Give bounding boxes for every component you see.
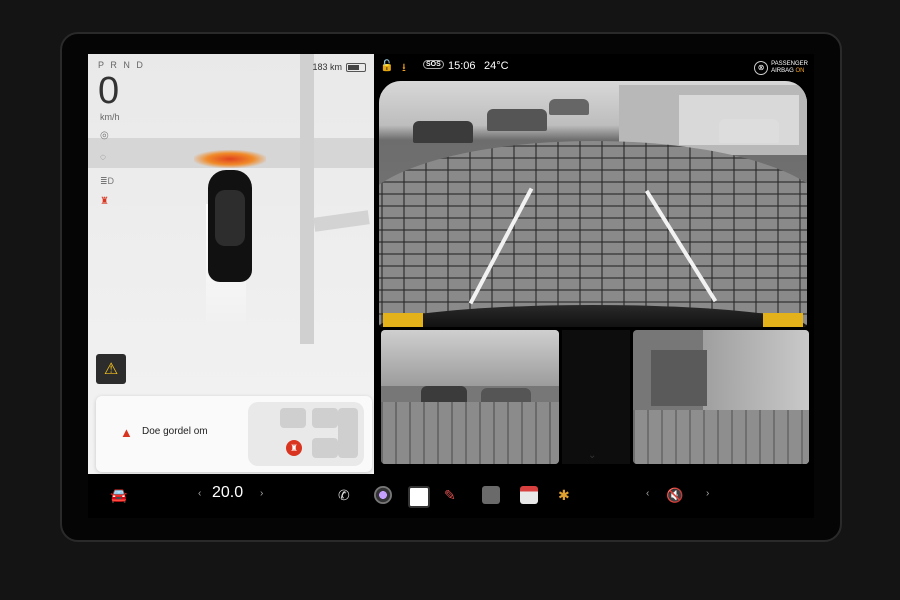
road-vertical <box>300 54 314 344</box>
seat-occupancy-map: ♜ <box>248 402 364 466</box>
seat-front-left <box>280 408 306 428</box>
app-launcher-icon[interactable] <box>408 486 430 508</box>
driving-visualization-panel: P R N D 0 km/h 183 km ◎ ◌ ≣D ♜ ⚠ ▲ Doe g… <box>88 54 374 474</box>
passenger-seatbelt-icon: ♜ <box>286 440 302 456</box>
airbag-label: PASSENGER <box>771 61 808 67</box>
hazard-warning-button[interactable]: ⚠ <box>96 354 126 384</box>
battery-icon <box>346 62 366 72</box>
left-repeater-camera-view[interactable] <box>381 330 559 464</box>
speed-readout: 0 <box>98 70 120 112</box>
speed-unit: km/h <box>100 112 120 122</box>
battery-range[interactable]: 183 km <box>312 62 366 72</box>
range-value: 183 km <box>312 62 342 72</box>
seatbelt-alert-card[interactable]: ▲ Doe gordel om ♜ <box>96 396 372 472</box>
paved-parking-lot <box>379 141 807 327</box>
games-icon[interactable]: ✱ <box>558 487 570 504</box>
unlock-icon[interactable]: 🔓 <box>380 59 394 72</box>
bottom-bar: 🚘 ‹ 20.0 › ✆ ✎ ✱ ‹ 🔇 › <box>88 474 814 518</box>
seat-rear <box>312 408 338 428</box>
seat-rear-right <box>312 438 338 458</box>
pavement <box>381 402 559 464</box>
outside-temperature: 24°C <box>484 60 509 72</box>
pavement <box>633 410 809 464</box>
calendar-icon[interactable] <box>520 486 538 504</box>
dashcam-icon[interactable]: ✎ <box>444 487 456 504</box>
passenger-airbag-status: ⊗ PASSENGER AIRBAG ON <box>754 60 808 76</box>
volume-up-arrow[interactable]: › <box>706 488 709 499</box>
sos-icon[interactable]: SOS <box>423 60 444 69</box>
status-bar: 🔓 ⭳ SOS 15:06 24°C ⊗ PASSENGER AIRBAG ON <box>376 54 814 78</box>
road-branch <box>313 210 370 232</box>
rear-camera-view[interactable] <box>379 81 807 327</box>
proximity-warning-zone <box>194 150 266 168</box>
headlights-icon: ≣D <box>100 176 115 186</box>
autopilot-indicator-icon: ◎ <box>100 130 109 141</box>
vehicle-model <box>208 170 252 282</box>
gear-selector-indicator: P R N D <box>98 60 145 70</box>
steering-wheel-icon: ◌ <box>100 152 106 163</box>
toybox-icon[interactable] <box>482 486 500 504</box>
camera-icon[interactable] <box>374 486 392 504</box>
temp-down-arrow[interactable]: ‹ <box>198 488 201 499</box>
airbag-icon: ⊗ <box>754 61 769 75</box>
alert-icon: ▲ <box>120 425 133 440</box>
chevron-down-icon[interactable]: ⌄ <box>588 450 596 461</box>
alert-message: Doe gordel om <box>142 426 208 437</box>
rear-mirror-gap <box>562 330 630 464</box>
seat-rear-bench <box>338 408 358 458</box>
airbag-state: ON <box>795 68 805 74</box>
seatbelt-warning-icon: ♜ <box>100 196 109 207</box>
touchscreen: P R N D 0 km/h 183 km ◎ ◌ ≣D ♜ ⚠ ▲ Doe g… <box>88 54 814 518</box>
download-icon[interactable]: ⭳ <box>402 59 406 78</box>
clock: 15:06 <box>448 60 476 72</box>
climate-temperature[interactable]: 20.0 <box>212 484 243 502</box>
temp-up-arrow[interactable]: › <box>260 488 263 499</box>
parked-car <box>413 121 473 143</box>
volume-mute-icon[interactable]: 🔇 <box>666 487 683 504</box>
volume-down-arrow[interactable]: ‹ <box>646 488 649 499</box>
car-icon[interactable]: 🚘 <box>110 487 127 504</box>
phone-icon[interactable]: ✆ <box>338 487 350 504</box>
right-repeater-camera-view[interactable] <box>633 330 809 464</box>
